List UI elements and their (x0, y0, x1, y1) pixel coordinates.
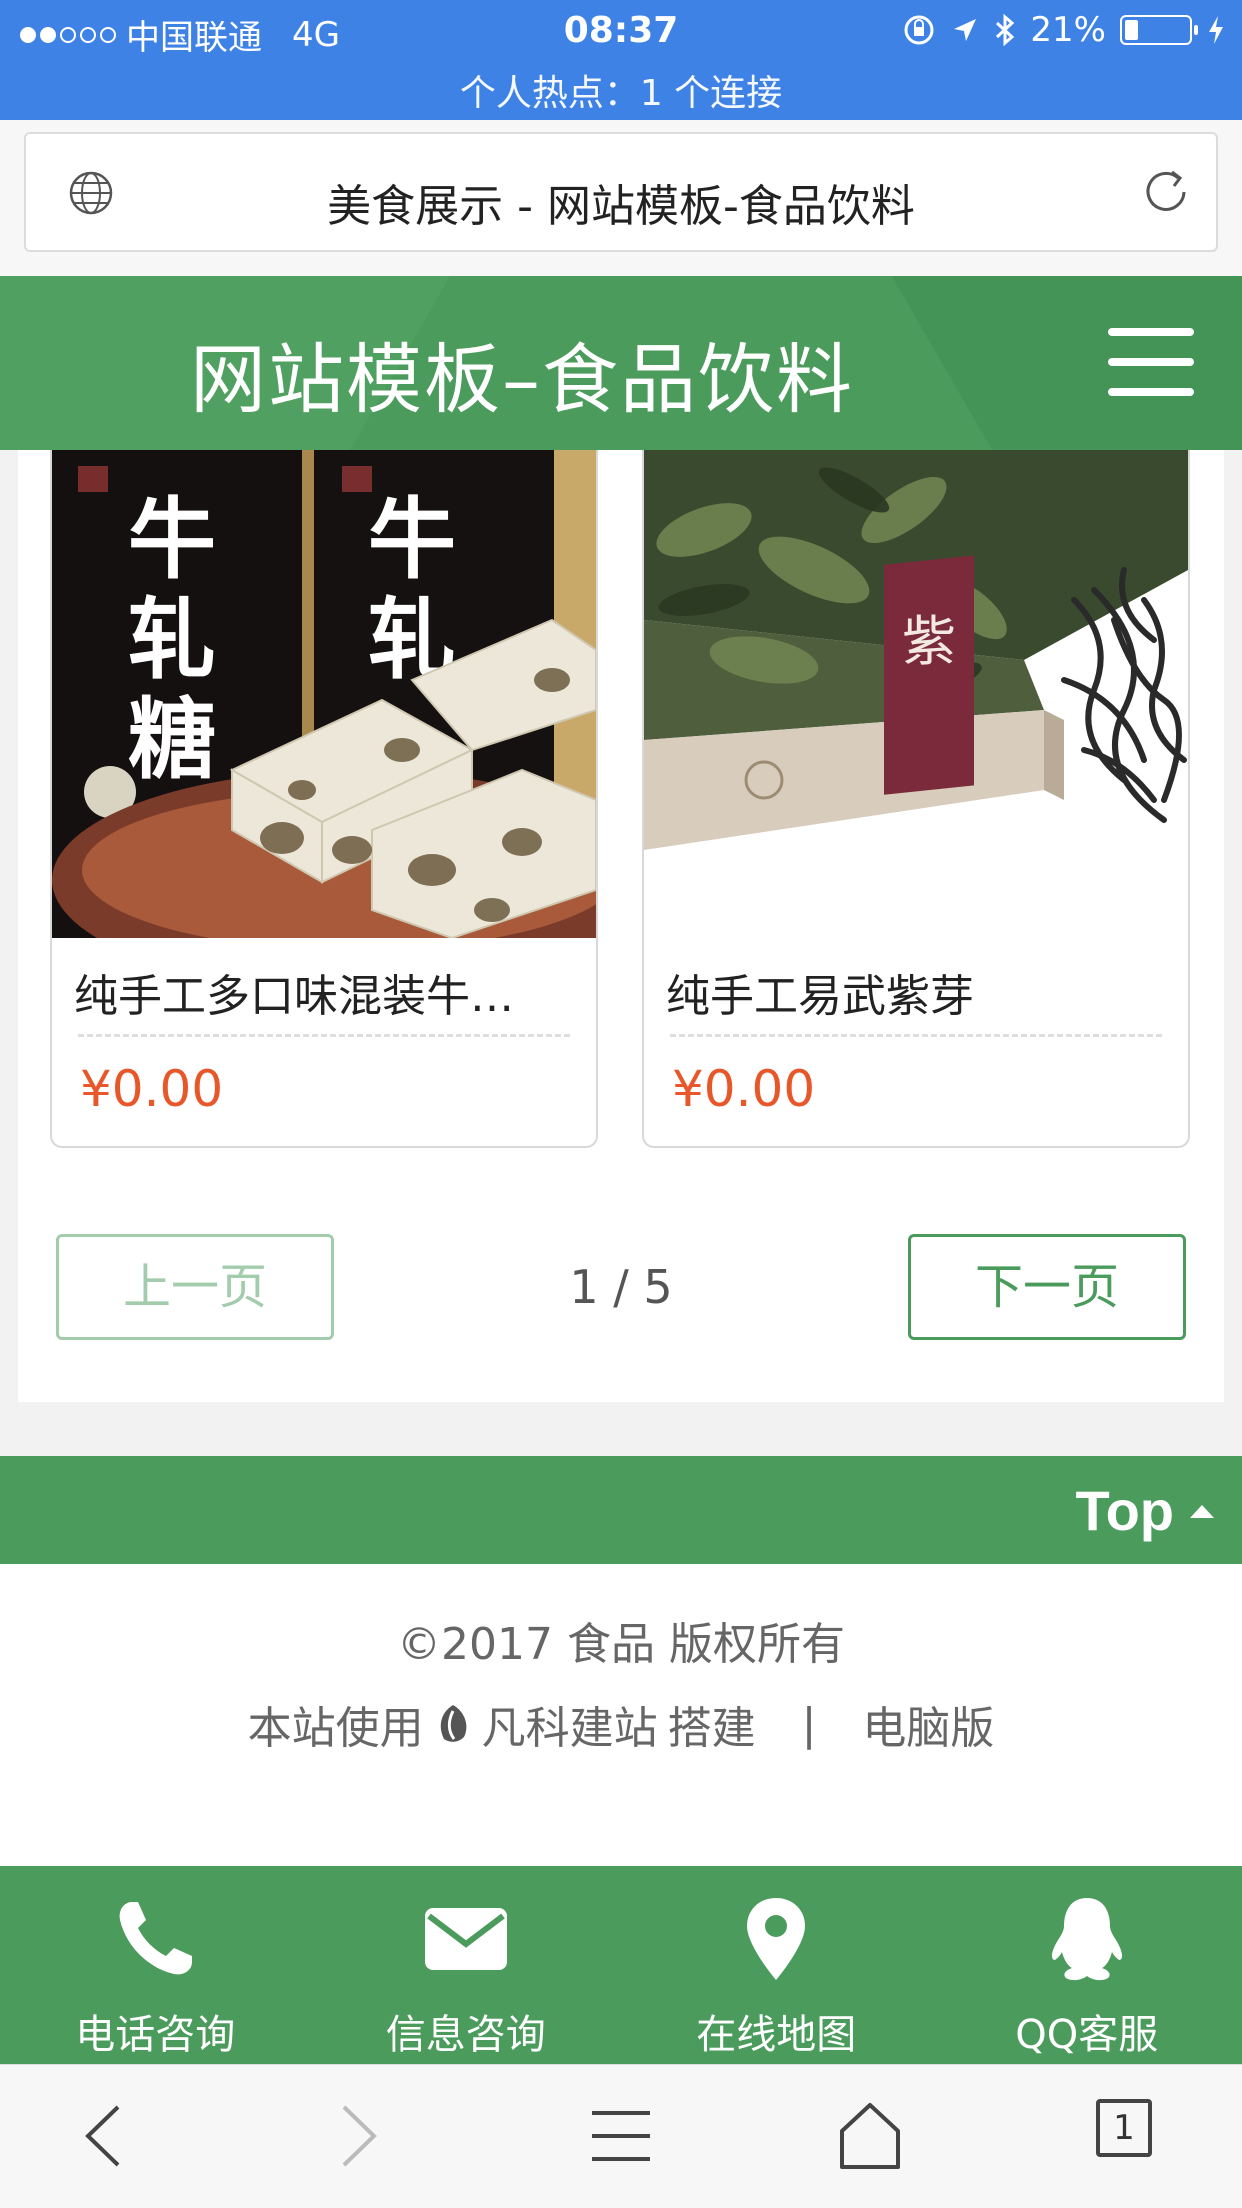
browser-toolbar: 1 (0, 2064, 1242, 2208)
divider (78, 1034, 570, 1037)
nav-phone[interactable]: 电话咨询 (0, 1866, 311, 2064)
nav-label: 信息咨询 (385, 2012, 546, 2058)
product-name[interactable]: 纯手工多口味混装牛… (74, 960, 574, 1024)
charging-icon (1209, 16, 1223, 44)
packaging-text-4: 牛 (368, 488, 456, 591)
product-card[interactable]: 牛 轧 糖 牛 轧 纯手工多口味混装牛… ¥0.00 (50, 450, 598, 1148)
mail-icon (424, 1908, 507, 1970)
home-icon[interactable] (838, 2101, 902, 2171)
divider (670, 1034, 1162, 1037)
menu-icon[interactable] (1108, 328, 1194, 398)
page-title: 美食展示 - 网站模板-食品饮料 (327, 181, 915, 232)
packaging-text: 紫 (902, 610, 956, 673)
copyright: ©2017 食品 版权所有 (397, 1619, 845, 1670)
product-price: ¥0.00 (672, 1060, 816, 1118)
location-arrow-icon (954, 19, 977, 41)
powered-by: 本站使用 凡科建站 搭建 | 电脑版 (0, 1692, 1242, 1756)
hotspot-banner[interactable]: 个人热点：1 个连接 (0, 64, 1242, 116)
powered-brand-link[interactable]: 凡科建站 (482, 1692, 658, 1756)
product-card[interactable]: 紫 纯手工易武紫芽 ¥0.00 (642, 450, 1190, 1148)
battery-percent: 21% (1030, 10, 1106, 50)
orientation-lock-icon (904, 15, 934, 45)
browser-address-area: 美食展示 - 网站模板-食品饮料 (0, 120, 1242, 276)
status-icons: 21% (902, 10, 1226, 50)
bottom-contact-nav: 电话咨询 信息咨询 在线地图 QQ客服 (0, 1866, 1242, 2064)
menu-lines-icon[interactable] (590, 2101, 652, 2171)
phone-icon (119, 1902, 193, 1975)
next-page-button[interactable]: 下一页 (908, 1234, 1186, 1340)
tab-count: 1 (1113, 2108, 1135, 2148)
pagination: 上一页 1 / 5 下一页 (18, 1234, 1224, 1340)
tabs-button[interactable]: 1 (1096, 2099, 1152, 2157)
back-arrow-icon[interactable] (80, 2101, 124, 2171)
site-footer: ©2017 食品 版权所有 本站使用 凡科建站 搭建 | 电脑版 (0, 1564, 1242, 1866)
nav-message[interactable]: 信息咨询 (311, 1866, 622, 2064)
status-bar: 中国联通 4G 08:37 21% 个人热点：1 个连接 (0, 0, 1242, 120)
powered-suffix: 搭建 (667, 1703, 756, 1754)
address-bar[interactable]: 美食展示 - 网站模板-食品饮料 (24, 132, 1218, 252)
separator: | (801, 1698, 817, 1750)
map-pin-icon (747, 1898, 806, 1980)
nav-label: 电话咨询 (75, 2012, 236, 2058)
packaging-text-3: 糖 (128, 688, 216, 791)
top-label: Top (1075, 1479, 1174, 1542)
product-price: ¥0.00 (80, 1060, 224, 1118)
bluetooth-icon (996, 13, 1015, 47)
nav-qq[interactable]: QQ客服 (932, 1866, 1242, 2064)
product-name[interactable]: 纯手工易武紫芽 (666, 960, 1166, 1024)
battery-icon (1120, 15, 1198, 45)
nav-label: 在线地图 (696, 2012, 857, 2058)
nav-map[interactable]: 在线地图 (621, 1866, 932, 2064)
powered-prefix: 本站使用 (247, 1703, 424, 1754)
fanke-logo-icon (440, 1705, 466, 1742)
packaging-text-1: 牛 (128, 488, 216, 591)
reload-icon[interactable] (1138, 164, 1194, 220)
packaging-text-2: 轧 (128, 588, 216, 691)
qq-icon (1051, 1898, 1122, 1981)
forward-arrow-icon[interactable] (338, 2101, 382, 2171)
back-to-top-bar: Top (0, 1456, 1242, 1564)
site-header: 网站模板–食品饮料 (0, 276, 1242, 450)
caret-up-icon (1190, 1504, 1214, 1518)
back-to-top-button[interactable]: Top (1076, 1478, 1216, 1543)
product-list: 牛 轧 糖 牛 轧 纯手工多口味混装牛… ¥0.00 紫 纯手工易武紫芽 ¥0.… (18, 450, 1224, 1402)
nav-label: QQ客服 (1015, 2012, 1159, 2058)
product-image[interactable]: 紫 (644, 450, 1188, 938)
site-title: 网站模板–食品饮料 (190, 335, 854, 424)
product-image[interactable]: 牛 轧 糖 牛 轧 (52, 450, 596, 938)
desktop-version-link[interactable]: 电脑版 (862, 1692, 994, 1756)
